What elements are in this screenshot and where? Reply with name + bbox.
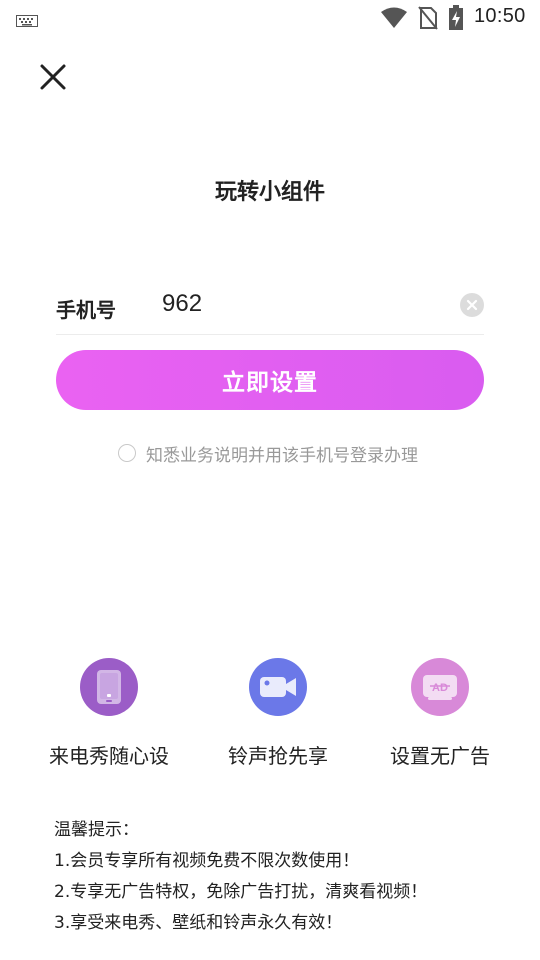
tips-title: 温馨提示：	[54, 820, 139, 840]
no-ad-icon: AD	[411, 658, 469, 716]
agreement-radio[interactable]	[118, 444, 136, 462]
agreement-row[interactable]: 知悉业务说明并用该手机号登录办理	[118, 441, 418, 466]
tip-item: 2.专享无广告特权，免除广告打扰，清爽看视频！	[54, 882, 428, 902]
wifi-icon	[380, 7, 408, 33]
page: 10:50 玩转小组件 手机号 立即设置 知悉业务说明并用该手机号登录办理	[0, 0, 540, 960]
phone-input[interactable]	[162, 286, 442, 322]
feature-no-ads[interactable]: AD 设置无广告	[360, 658, 520, 769]
video-icon	[249, 658, 307, 716]
phone-row: 手机号	[56, 280, 484, 335]
feature-incoming-call[interactable]: 来电秀随心设	[29, 658, 189, 769]
no-sim-icon	[418, 6, 438, 34]
tips: 温馨提示： 1.会员专享所有视频免费不限次数使用！ 2.专享无广告特权，免除广告…	[54, 815, 514, 939]
battery-charging-icon	[448, 5, 464, 35]
status-time: 10:50	[474, 5, 526, 27]
clear-button[interactable]	[460, 293, 484, 317]
tip-item: 1.会员专享所有视频免费不限次数使用！	[54, 851, 360, 871]
close-icon	[40, 64, 66, 90]
status-bar: 10:50	[0, 0, 540, 36]
feature-label-no-ads: 设置无广告	[390, 744, 490, 768]
keyboard-icon	[16, 12, 38, 31]
feature-ringtone[interactable]: 铃声抢先享	[198, 658, 358, 769]
feature-label-incoming-call: 来电秀随心设	[49, 744, 169, 768]
phone-label: 手机号	[56, 298, 116, 322]
submit-button[interactable]: 立即设置	[56, 350, 484, 410]
tip-item: 3.享受来电秀、壁纸和铃声永久有效！	[54, 913, 343, 933]
page-title: 玩转小组件	[214, 180, 325, 205]
feature-label-ringtone: 铃声抢先享	[228, 744, 328, 768]
clear-icon	[460, 293, 484, 317]
svg-text:AD: AD	[432, 682, 448, 694]
phone-icon	[80, 658, 138, 716]
agreement-text: 知悉业务说明并用该手机号登录办理	[146, 445, 418, 466]
close-button[interactable]	[36, 60, 70, 94]
